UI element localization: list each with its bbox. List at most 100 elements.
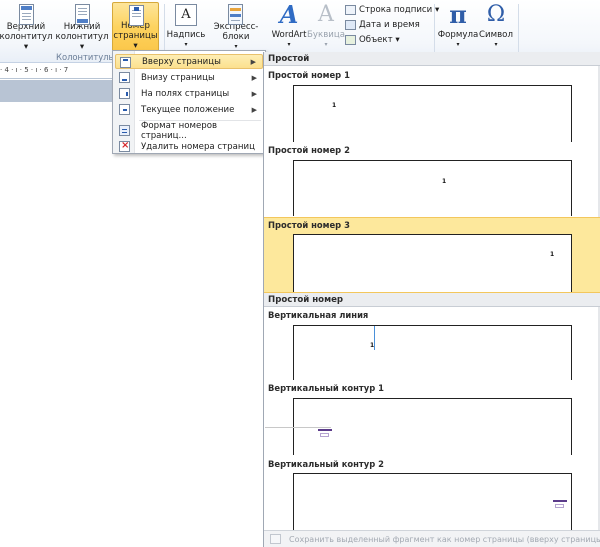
formula-button-label: Формула [437, 30, 479, 40]
header-button-label-2: колонтитул ▾ [0, 32, 53, 52]
pi-glyph: π [449, 0, 467, 29]
page-number-preview: 1 [370, 342, 375, 349]
object-button[interactable]: Объект ▾ [345, 34, 400, 46]
submenu-arrow-icon: ▶ [251, 73, 257, 82]
menu-item-top-of-page[interactable]: Вверху страницы ▶ [115, 54, 263, 69]
gallery-item-simple-number-3[interactable]: 1 [293, 234, 572, 292]
menu-item-label: Текущее положение [141, 104, 235, 115]
gallery-item-title: Вертикальный контур 2 [268, 459, 384, 469]
wordart-glyph: A [279, 0, 299, 29]
quick-parts-icon [223, 2, 249, 25]
footer-icon [69, 2, 95, 25]
contour-box [320, 433, 329, 437]
pi-icon: π [445, 2, 471, 28]
calendar-icon [345, 20, 356, 30]
drop-cap-glyph: A [318, 2, 334, 27]
page-margins-icon [119, 88, 130, 99]
omega-icon: Ω [483, 2, 509, 28]
save-selection-as-page-number[interactable]: Сохранить выделенный фрагмент как номер … [289, 535, 600, 544]
omega-glyph: Ω [486, 2, 506, 27]
wordart-button-label: WordArt [271, 30, 307, 40]
document-background [0, 80, 112, 102]
gallery-section-header: Простой номер [264, 293, 600, 307]
page-number-gallery: Простой Простой номер 1 1 Простой номер … [263, 52, 600, 547]
symbol-button-label: Символ [479, 30, 513, 40]
menu-item-label: Формат номеров страниц... [141, 120, 218, 141]
quick-parts-button-label: Экспресс-блоки [213, 22, 259, 42]
menu-item-label: Внизу страницы [141, 72, 215, 83]
page-number-menu: Вверху страницы ▶ Внизу страницы ▶ На по… [112, 50, 266, 154]
menu-item-label: Удалить номера страниц [141, 141, 255, 152]
menu-item-format-page-numbers[interactable]: Формат номеров страниц... [115, 120, 263, 141]
symbol-button[interactable]: Ω Символ ▾ [478, 2, 514, 52]
gallery-item-simple-number-2[interactable]: 1 [293, 160, 572, 216]
gallery-item-title: Вертикальный контур 1 [268, 383, 384, 393]
object-icon [345, 35, 356, 45]
contour-mark [553, 500, 567, 502]
menu-item-current-position[interactable]: Текущее положение ▶ [115, 102, 263, 117]
menu-item-bottom-of-page[interactable]: Внизу страницы ▶ [115, 70, 263, 85]
gallery-item-title: Простой номер 1 [268, 70, 350, 80]
date-time-button[interactable]: Дата и время [345, 19, 420, 31]
submenu-arrow-icon: ▶ [250, 57, 256, 66]
horizontal-ruler[interactable]: · 4 · ı · 5 · ı · 6 · ı · 7 [0, 66, 112, 79]
textbox-button-label: Надпись [166, 30, 206, 40]
drop-cap-button-label: Буквица [307, 30, 345, 40]
menu-item-label: На полях страницы [141, 88, 230, 99]
wordart-icon: A [276, 2, 302, 28]
gallery-item-vertical-contour-1[interactable] [265, 398, 572, 455]
menu-item-label: Вверху страницы [142, 56, 221, 67]
page-number-preview: 1 [550, 251, 555, 258]
footer-button[interactable]: Нижний колонтитул ▾ [55, 2, 109, 52]
textbox-button[interactable]: A Надпись ▾ [167, 2, 205, 52]
page-number-button[interactable]: Номер страницы ▾ [112, 2, 159, 52]
gallery-section-header: Простой [264, 52, 600, 66]
quick-parts-button[interactable]: Экспресс-блоки ▾ [205, 2, 267, 52]
gallery-item-title: Простой номер 3 [268, 220, 350, 230]
page-number-preview: 1 [332, 102, 337, 109]
drop-cap-button[interactable]: A Буквица ▾ [307, 2, 345, 52]
gallery-item-title: Вертикальная линия [268, 310, 369, 320]
drop-cap-icon: A [313, 2, 339, 28]
textbox-glyph: A [181, 7, 191, 22]
signature-line-icon [345, 5, 356, 15]
menu-item-page-margins[interactable]: На полях страницы ▶ [115, 86, 263, 101]
header-button[interactable]: Верхний колонтитул ▾ [0, 2, 53, 52]
top-of-page-icon [120, 57, 131, 68]
object-label: Объект ▾ [359, 35, 400, 45]
save-selection-icon [270, 534, 281, 544]
menu-item-remove-page-numbers[interactable]: × Удалить номера страниц [115, 139, 263, 154]
drop-cap-dropdown-arrow: ▾ [324, 41, 328, 48]
formula-button[interactable]: π Формула ▾ [438, 2, 478, 52]
textbox-icon: A [175, 4, 197, 26]
wordart-dropdown-arrow: ▾ [287, 41, 291, 48]
gallery-item-title: Простой номер 2 [268, 145, 350, 155]
save-selection-footer: Сохранить выделенный фрагмент как номер … [264, 530, 600, 547]
wordart-button[interactable]: A WordArt ▾ [269, 2, 309, 52]
formula-dropdown-arrow: ▾ [456, 41, 460, 48]
footer-button-label-2: колонтитул ▾ [55, 32, 109, 52]
signature-line-button[interactable]: Строка подписи ▾ [345, 4, 439, 16]
contour-mark [318, 429, 332, 431]
symbol-dropdown-arrow: ▾ [494, 41, 498, 48]
header-icon [13, 2, 39, 25]
group-label-headers-footers: Колонтитулы [56, 52, 116, 62]
current-position-icon [119, 104, 130, 115]
textbox-dropdown-arrow: ▾ [184, 41, 188, 48]
ruler-marks: · 4 · ı · 5 · ı · 6 · ı · 7 [0, 66, 69, 74]
signature-line-label: Строка подписи ▾ [359, 5, 440, 15]
date-time-label: Дата и время [359, 20, 420, 30]
contour-box [555, 504, 564, 508]
format-page-numbers-icon [119, 125, 130, 136]
submenu-arrow-icon: ▶ [251, 105, 257, 114]
gallery-item-vertical-line[interactable]: 1 [293, 325, 572, 380]
gallery-item-vertical-contour-2[interactable] [293, 473, 572, 530]
contour-guide-line [265, 427, 331, 428]
page-number-preview: 1 [442, 178, 447, 185]
remove-page-numbers-icon: × [119, 140, 130, 152]
bottom-of-page-icon [119, 72, 130, 83]
page-number-button-label-2: страницы ▾ [113, 31, 158, 51]
page-number-icon [123, 3, 149, 26]
gallery-item-simple-number-1[interactable]: 1 [293, 85, 572, 142]
submenu-arrow-icon: ▶ [251, 89, 257, 98]
